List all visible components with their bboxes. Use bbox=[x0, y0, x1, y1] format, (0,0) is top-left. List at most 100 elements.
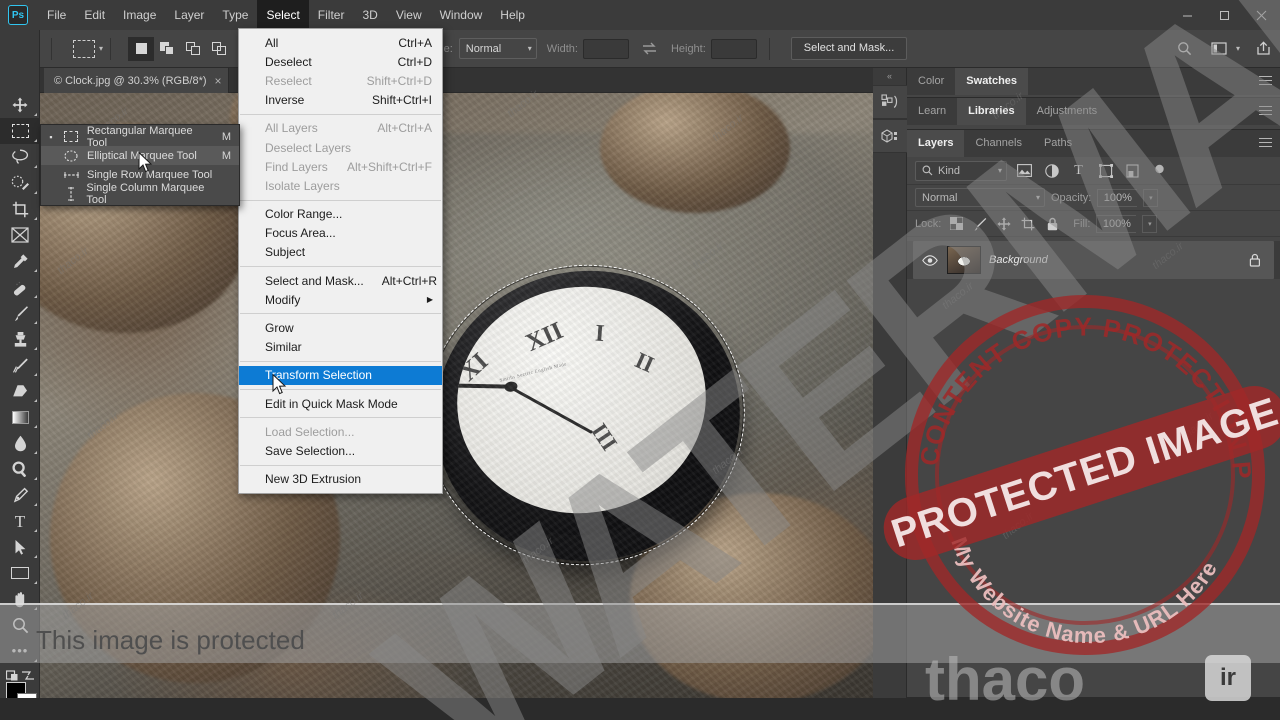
tab-swatches[interactable]: Swatches bbox=[955, 68, 1029, 95]
opacity-input[interactable]: 100% bbox=[1097, 188, 1138, 207]
menu-view[interactable]: View bbox=[387, 0, 431, 30]
eyedropper-tool[interactable] bbox=[0, 248, 40, 274]
layer-filter-kind-select[interactable]: Kind ▾ bbox=[915, 160, 1007, 181]
spot-healing-brush-tool[interactable] bbox=[0, 274, 40, 300]
brush-tool[interactable] bbox=[0, 300, 40, 326]
menu-item-modify[interactable]: Modify ▶ bbox=[239, 290, 442, 309]
select-menu-dropdown[interactable]: All Ctrl+A Deselect Ctrl+D Reselect Shif… bbox=[238, 28, 443, 494]
menu-item-deselect[interactable]: Deselect Ctrl+D bbox=[239, 52, 442, 71]
layer-name[interactable]: Background bbox=[989, 254, 1238, 266]
tab-channels[interactable]: Channels bbox=[964, 130, 1033, 157]
intersect-with-selection-button[interactable] bbox=[206, 36, 233, 61]
history-brush-tool[interactable] bbox=[0, 352, 40, 378]
close-button[interactable] bbox=[1243, 0, 1280, 30]
lock-position-icon[interactable] bbox=[995, 215, 1013, 233]
menu-item-all[interactable]: All Ctrl+A bbox=[239, 33, 442, 52]
add-to-selection-button[interactable] bbox=[154, 36, 181, 61]
panel-menu-icon[interactable] bbox=[1259, 76, 1272, 88]
new-selection-button[interactable] bbox=[128, 36, 155, 61]
lock-image-pixels-icon[interactable] bbox=[971, 215, 989, 233]
menu-item-transform-selection[interactable]: Transform Selection bbox=[239, 365, 442, 385]
frame-tool[interactable] bbox=[0, 222, 40, 248]
rectangular-marquee-tool[interactable] bbox=[0, 118, 40, 144]
lock-all-icon[interactable] bbox=[1043, 215, 1061, 233]
crop-tool[interactable] bbox=[0, 196, 40, 222]
lasso-tool[interactable] bbox=[0, 144, 40, 170]
close-icon[interactable]: × bbox=[215, 74, 222, 88]
flyout-item-rectangular-marquee[interactable]: ▪ Rectangular Marquee Tool M bbox=[41, 125, 239, 149]
tab-color[interactable]: Color bbox=[907, 68, 956, 95]
fill-stepper-icon[interactable]: ▾ bbox=[1142, 214, 1158, 233]
gradient-tool[interactable] bbox=[0, 404, 40, 430]
3d-panel-icon[interactable] bbox=[873, 119, 907, 153]
menu-item-inverse[interactable]: Inverse Shift+Ctrl+I bbox=[239, 91, 442, 110]
panel-menu-icon[interactable] bbox=[1259, 138, 1272, 150]
tab-adjustments[interactable]: Adjustments bbox=[1025, 98, 1109, 125]
layer-thumbnail[interactable] bbox=[947, 246, 981, 274]
layer-list[interactable]: Background bbox=[907, 241, 1280, 279]
menu-item-select-and-mask[interactable]: Select and Mask... Alt+Ctrl+R bbox=[239, 271, 442, 290]
menu-item-focus-area[interactable]: Focus Area... bbox=[239, 224, 442, 243]
rectangle-tool[interactable] bbox=[0, 560, 40, 586]
menu-3d[interactable]: 3D bbox=[353, 0, 386, 30]
color-swatches-tabs[interactable]: Color Swatches bbox=[907, 68, 1280, 95]
horizontal-type-tool[interactable]: T bbox=[0, 508, 40, 534]
menu-edit[interactable]: Edit bbox=[75, 0, 114, 30]
height-input[interactable] bbox=[710, 38, 757, 59]
search-icon[interactable] bbox=[1174, 38, 1196, 60]
swap-arrows-icon[interactable] bbox=[639, 38, 661, 60]
menu-select[interactable]: Select bbox=[257, 0, 309, 30]
width-input[interactable] bbox=[582, 38, 629, 59]
history-panel-icon[interactable] bbox=[873, 85, 907, 119]
lock-artboard-nesting-icon[interactable] bbox=[1019, 215, 1037, 233]
menu-filter[interactable]: Filter bbox=[309, 0, 354, 30]
shape-filter-icon[interactable] bbox=[1096, 161, 1115, 180]
eye-icon[interactable] bbox=[921, 254, 939, 266]
menu-item-subject[interactable]: Subject bbox=[239, 243, 442, 262]
type-filter-icon[interactable]: T bbox=[1069, 161, 1088, 180]
smart-object-filter-icon[interactable] bbox=[1123, 161, 1142, 180]
menu-item-save-selection[interactable]: Save Selection... bbox=[239, 441, 442, 460]
elliptical-marquee-selection[interactable] bbox=[405, 244, 765, 586]
window-controls[interactable] bbox=[1169, 0, 1280, 30]
menu-item-new-3d-extrusion[interactable]: New 3D Extrusion bbox=[239, 470, 442, 489]
menu-window[interactable]: Window bbox=[431, 0, 492, 30]
tab-layers[interactable]: Layers bbox=[907, 130, 965, 157]
menu-file[interactable]: File bbox=[38, 0, 75, 30]
menu-item-color-range[interactable]: Color Range... bbox=[239, 205, 442, 224]
maximize-button[interactable] bbox=[1206, 0, 1243, 30]
minimize-button[interactable] bbox=[1169, 0, 1206, 30]
subtract-from-selection-button[interactable] bbox=[180, 36, 207, 61]
dodge-tool[interactable] bbox=[0, 456, 40, 482]
style-select[interactable]: Normal ▾ bbox=[458, 38, 537, 59]
lock-transparent-pixels-icon[interactable] bbox=[947, 215, 965, 233]
flyout-item-elliptical-marquee[interactable]: Elliptical Marquee Tool M bbox=[41, 146, 239, 165]
menu-type[interactable]: Type bbox=[213, 0, 257, 30]
menu-item-grow[interactable]: Grow bbox=[239, 318, 442, 337]
flyout-item-single-column-marquee[interactable]: Single Column Marquee Tool bbox=[41, 182, 239, 206]
fill-input[interactable]: 100% bbox=[1096, 214, 1137, 233]
pixel-filter-icon[interactable] bbox=[1015, 161, 1034, 180]
tab-learn[interactable]: Learn bbox=[907, 98, 958, 125]
tab-libraries[interactable]: Libraries bbox=[957, 98, 1026, 125]
menu-layer[interactable]: Layer bbox=[165, 0, 213, 30]
move-tool[interactable] bbox=[0, 92, 40, 118]
select-and-mask-button[interactable]: Select and Mask... bbox=[790, 37, 908, 60]
menu-item-similar[interactable]: Similar bbox=[239, 338, 442, 357]
path-selection-tool[interactable] bbox=[0, 534, 40, 560]
lock-icon[interactable] bbox=[1246, 251, 1264, 269]
clone-stamp-tool[interactable] bbox=[0, 326, 40, 352]
adjustment-filter-icon[interactable] bbox=[1042, 161, 1061, 180]
libraries-tabs[interactable]: Learn Libraries Adjustments bbox=[907, 98, 1280, 125]
object-selection-tool[interactable] bbox=[0, 170, 40, 196]
table-row[interactable]: Background bbox=[913, 241, 1274, 279]
share-icon[interactable] bbox=[1252, 38, 1274, 60]
menu-image[interactable]: Image bbox=[114, 0, 165, 30]
menu-item-edit-in-quick-mask-mode[interactable]: Edit in Quick Mask Mode bbox=[239, 394, 442, 413]
opacity-stepper-icon[interactable]: ▾ bbox=[1143, 188, 1159, 207]
menu-help[interactable]: Help bbox=[491, 0, 534, 30]
chevron-down-icon[interactable]: ▾ bbox=[99, 44, 103, 53]
blur-tool[interactable] bbox=[0, 430, 40, 456]
selection-mode-group[interactable] bbox=[128, 36, 233, 61]
eraser-tool[interactable] bbox=[0, 378, 40, 404]
